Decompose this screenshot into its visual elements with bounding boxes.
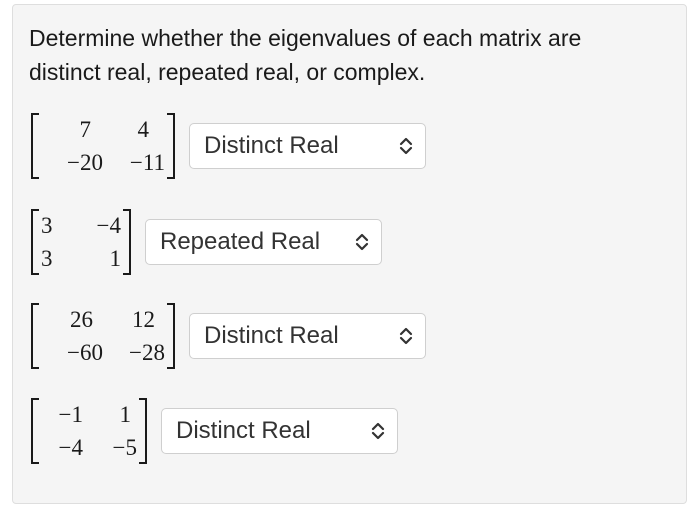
question-prompt: Determine whether the eigenvalues of eac… <box>29 25 582 85</box>
eigenvalue-type-select-2[interactable]: Repeated Real <box>145 219 382 265</box>
matrix-cells: 7 4 −20 −11 <box>39 113 167 179</box>
question-card: Determine whether the eigenvalues of eac… <box>12 4 687 504</box>
matrix-row-3: 26 12 −60 −28 Distinct Real <box>31 303 426 369</box>
matrix-cells: 3 −4 3 1 <box>39 209 123 275</box>
matrix-cell: 12 <box>132 307 155 332</box>
left-bracket <box>31 209 39 275</box>
select-value: Repeated Real <box>160 228 321 255</box>
matrix-row-1: 7 4 −20 −11 Distinct Real <box>31 113 426 179</box>
up-down-chevron-icon <box>371 422 385 440</box>
matrix-4: −1 1 −4 −5 <box>31 398 147 464</box>
matrix-3: 26 12 −60 −28 <box>31 303 175 369</box>
matrix-row-4: −1 1 −4 −5 Distinct Real <box>31 398 398 464</box>
matrix-cell: 1 <box>119 402 132 427</box>
matrix-1: 7 4 −20 −11 <box>31 113 175 179</box>
matrix-cell: −11 <box>129 150 165 175</box>
left-bracket <box>31 113 39 179</box>
left-bracket <box>31 398 39 464</box>
matrix-cell: 1 <box>109 246 122 271</box>
matrix-cell: −4 <box>96 213 121 238</box>
matrix-cell: −20 <box>67 150 103 175</box>
up-down-chevron-icon <box>399 327 413 345</box>
matrix-cell: 3 <box>41 213 53 238</box>
select-value: Distinct Real <box>204 322 339 349</box>
matrix-cell: −5 <box>112 435 137 460</box>
right-bracket <box>167 113 175 179</box>
right-bracket <box>167 303 175 369</box>
up-down-chevron-icon <box>399 137 413 155</box>
matrix-row-2: 3 −4 3 1 Repeated Real <box>31 209 382 275</box>
matrix-cell: −28 <box>129 340 165 365</box>
matrix-cell: 3 <box>41 246 53 271</box>
matrix-cell: −60 <box>67 340 103 365</box>
left-bracket <box>31 303 39 369</box>
matrix-cell: 4 <box>137 117 150 142</box>
select-value: Distinct Real <box>176 417 311 444</box>
up-down-chevron-icon <box>355 233 369 251</box>
matrix-cells: −1 1 −4 −5 <box>39 398 139 464</box>
select-value: Distinct Real <box>204 132 339 159</box>
matrix-cells: 26 12 −60 −28 <box>39 303 167 369</box>
matrix-cell: 26 <box>70 307 93 332</box>
right-bracket <box>123 209 131 275</box>
matrix-cell: 7 <box>79 117 92 142</box>
matrix-2: 3 −4 3 1 <box>31 209 131 275</box>
eigenvalue-type-select-1[interactable]: Distinct Real <box>189 123 426 169</box>
eigenvalue-type-select-3[interactable]: Distinct Real <box>189 313 426 359</box>
eigenvalue-type-select-4[interactable]: Distinct Real <box>161 408 398 454</box>
right-bracket <box>139 398 147 464</box>
matrix-cell: −1 <box>58 402 83 427</box>
matrix-cell: −4 <box>58 435 83 460</box>
